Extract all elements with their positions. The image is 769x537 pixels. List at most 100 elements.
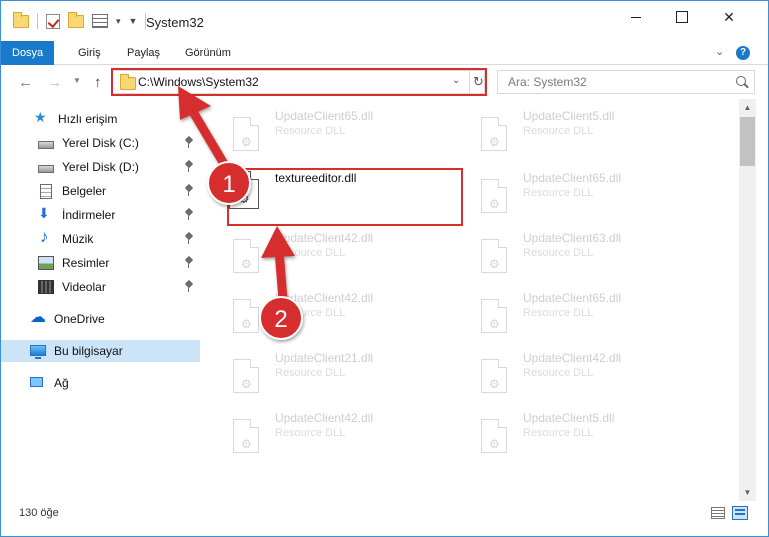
recent-locations-icon[interactable]: ▼ [73,76,81,85]
file-type: Resource DLL [275,247,346,259]
dll-file-icon: ⚙ [233,299,263,335]
cloud-icon [30,307,46,327]
customize-toolbar-icon[interactable]: ▼ [129,16,138,26]
status-bar: 130 öğe [1,501,768,536]
scroll-down-icon[interactable]: ▼ [739,484,756,501]
sidebar-item-local-disk-d[interactable]: Yerel Disk (D:) [1,156,205,178]
file-type: Resource DLL [523,427,594,439]
file-name: UpdateClient5.dll [523,411,615,425]
large-icons-view-icon[interactable] [732,506,748,520]
properties-icon[interactable] [92,14,108,28]
file-item[interactable]: ⚙ UpdateClient65.dll Resource DLL [475,289,695,339]
dll-file-icon: ⚙ [481,239,511,275]
sidebar-item-this-pc[interactable]: Bu bilgisayar [1,340,200,362]
pin-icon[interactable] [185,137,193,148]
file-item[interactable]: ⚙ UpdateClient65.dll Resource DLL [227,107,447,157]
toolbar-separator [37,13,38,29]
sidebar-item-videos[interactable]: Videolar [1,276,205,298]
sidebar-item-pictures[interactable]: Resimler [1,252,205,274]
pictures-icon [38,256,54,270]
sidebar-item-network[interactable]: Ağ [1,372,205,394]
file-type: Resource DLL [523,187,594,199]
file-highlight-box [227,168,463,226]
file-item[interactable]: ⚙ UpdateClient42.dll Resource DLL [475,349,695,399]
details-view-icon[interactable] [711,507,725,519]
file-item[interactable]: ⚙ UpdateClient42.dll Resource DLL [227,289,447,339]
file-name: UpdateClient65.dll [523,171,622,185]
navigation-pane: Hızlı erişim Yerel Disk (C:) Yerel Disk … [1,99,205,501]
explorer-window: ▾ ▼ System32 Dosya Giriş Paylaş Görünüm … [0,0,769,537]
file-name: UpdateClient21.dll [275,351,374,365]
quick-access-toolbar: ▾ ▼ [13,11,147,29]
expand-ribbon-icon[interactable]: ⌄ [715,45,724,58]
sidebar-item-label: İndirmeler [62,208,116,222]
pin-icon[interactable] [185,185,193,196]
dll-file-icon: ⚙ [481,117,511,153]
window-title: System32 [146,15,204,30]
sidebar-item-documents[interactable]: Belgeler [1,180,205,202]
file-name: UpdateClient42.dll [275,231,374,245]
file-item[interactable]: ⚙ UpdateClient21.dll Resource DLL [227,349,447,399]
properties-check-icon[interactable] [46,13,60,29]
disk-icon [38,165,54,173]
pin-icon[interactable] [185,233,193,244]
file-type: Resource DLL [523,367,594,379]
up-arrow-icon[interactable]: ↑ [94,74,102,91]
sidebar-item-label: Hızlı erişim [58,112,118,126]
search-input[interactable]: Ara: System32 [508,75,587,89]
file-type: Resource DLL [275,307,346,319]
sidebar-item-music[interactable]: Müzik [1,227,205,250]
file-name: UpdateClient65.dll [523,291,622,305]
scroll-up-icon[interactable]: ▲ [739,99,756,116]
search-icon[interactable] [736,76,746,86]
maximize-button[interactable] [659,1,705,33]
document-icon [40,183,52,199]
sidebar-item-label: Bu bilgisayar [54,344,123,358]
close-button[interactable] [706,1,752,33]
back-arrow-icon[interactable]: ← [18,74,33,91]
pin-icon[interactable] [185,257,193,268]
file-type: Resource DLL [523,125,594,137]
file-name: UpdateClient42.dll [523,351,622,365]
pin-icon[interactable] [185,209,193,220]
file-item[interactable]: ⚙ UpdateClient42.dll Resource DLL [227,409,447,459]
forward-arrow-icon[interactable]: → [47,74,62,91]
network-icon [30,377,43,387]
vertical-scrollbar[interactable]: ▲ ▼ [739,99,756,501]
pin-icon[interactable] [185,281,193,292]
file-list-pane: ⚙ UpdateClient65.dll Resource DLL ⚙ text… [205,99,739,501]
address-highlight-box [111,68,487,96]
tab-share[interactable]: Paylaş [127,41,160,65]
file-name: UpdateClient5.dll [523,109,615,123]
new-folder-icon[interactable] [68,11,84,28]
file-name: UpdateClient65.dll [275,109,374,123]
search-box[interactable]: Ara: System32 [497,70,755,94]
tab-file[interactable]: Dosya [1,41,55,65]
file-item[interactable]: ⚙ UpdateClient42.dll Resource DLL [227,229,447,279]
sidebar-item-onedrive[interactable]: OneDrive [1,307,205,330]
file-item[interactable]: ⚙ UpdateClient63.dll Resource DLL [475,229,695,279]
help-icon[interactable]: ? [736,46,750,60]
tab-home[interactable]: Giriş [78,41,101,65]
dll-file-icon: ⚙ [233,359,263,395]
disk-icon [38,141,54,149]
pin-icon[interactable] [185,161,193,172]
ribbon-tabs: Dosya Giriş Paylaş Görünüm ⌄ ? [1,41,768,65]
folder-icon [13,11,29,28]
file-item[interactable]: ⚙ UpdateClient65.dll Resource DLL [475,169,695,219]
chevron-down-icon[interactable]: ▾ [116,16,121,27]
dll-file-icon: ⚙ [481,299,511,335]
file-item[interactable]: ⚙ UpdateClient5.dll Resource DLL [475,107,695,157]
file-type: Resource DLL [275,367,346,379]
tab-view[interactable]: Görünüm [185,41,231,65]
sidebar-item-local-disk-c[interactable]: Yerel Disk (C:) [1,132,205,154]
sidebar-item-quick-access[interactable]: Hızlı erişim [1,108,205,130]
dll-file-icon: ⚙ [233,419,263,455]
star-icon [34,109,50,126]
file-item[interactable]: ⚙ UpdateClient5.dll Resource DLL [475,409,695,459]
title-bar: ▾ ▼ System32 [1,1,768,41]
minimize-button[interactable] [613,1,659,33]
sidebar-item-label: Yerel Disk (D:) [62,160,139,174]
scrollbar-thumb[interactable] [740,117,755,166]
sidebar-item-downloads[interactable]: İndirmeler [1,204,205,226]
